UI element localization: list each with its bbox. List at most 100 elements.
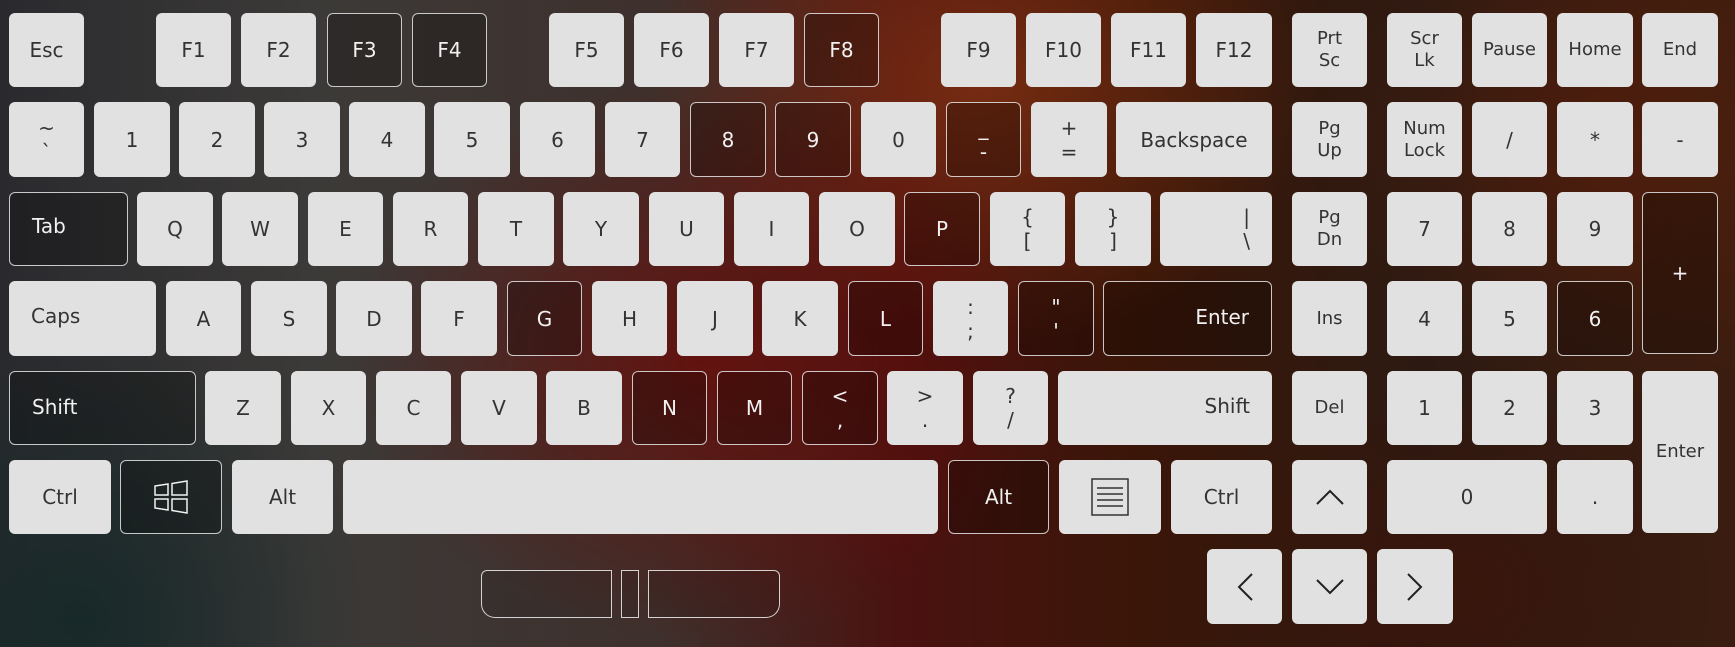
key-0[interactable]: 0 [861, 102, 936, 177]
key-3[interactable]: 3 [264, 102, 340, 177]
numpad-4-key[interactable]: 4 [1387, 281, 1462, 356]
end-key[interactable]: End [1642, 13, 1718, 87]
key-o[interactable]: O [819, 192, 895, 266]
delete-key[interactable]: Del [1292, 371, 1367, 445]
backspace-key[interactable]: Backspace [1116, 102, 1272, 177]
numpad-dot-key[interactable]: . [1557, 460, 1633, 534]
touchpad-right-button[interactable] [648, 570, 780, 618]
f8-key[interactable]: F8 [804, 13, 879, 87]
equals-key[interactable]: + = [1031, 102, 1107, 177]
numpad-star-key[interactable]: * [1557, 102, 1633, 177]
key-y[interactable]: Y [563, 192, 639, 266]
key-u[interactable]: U [649, 192, 724, 266]
key-c[interactable]: C [376, 371, 451, 445]
windows-key[interactable] [120, 460, 222, 534]
numpad-8-key[interactable]: 8 [1472, 192, 1547, 266]
key-f[interactable]: F [421, 281, 497, 356]
semicolon-key[interactable]: :; [933, 281, 1008, 356]
f11-key[interactable]: F11 [1111, 13, 1186, 87]
arrow-left-key[interactable] [1207, 549, 1282, 624]
key-x[interactable]: X [291, 371, 366, 445]
left-brace-key[interactable]: {[ [990, 192, 1065, 266]
tilde-key[interactable]: ~ ` [9, 102, 84, 177]
key-g[interactable]: G [507, 281, 582, 356]
slash-key[interactable]: ? / [973, 371, 1048, 445]
key-d[interactable]: D [336, 281, 412, 356]
key-2[interactable]: 2 [179, 102, 255, 177]
arrow-down-key[interactable] [1292, 549, 1367, 624]
arrow-up-key[interactable] [1292, 460, 1367, 534]
right-shift-key[interactable]: Shift [1058, 371, 1272, 445]
num-lock-key[interactable]: Num Lock [1387, 102, 1462, 177]
numpad-1-key[interactable]: 1 [1387, 371, 1462, 445]
left-shift-key[interactable]: Shift [9, 371, 196, 445]
arrow-right-key[interactable] [1377, 549, 1453, 624]
key-6[interactable]: 6 [520, 102, 595, 177]
print-screen-key[interactable]: Prt Sc [1292, 13, 1367, 87]
right-ctrl-key[interactable]: Ctrl [1171, 460, 1272, 534]
key-z[interactable]: Z [205, 371, 281, 445]
key-n[interactable]: N [632, 371, 707, 445]
numpad-6-key[interactable]: 6 [1557, 281, 1633, 356]
key-q[interactable]: Q [137, 192, 213, 266]
touchpad-left-button[interactable] [481, 570, 612, 618]
key-k[interactable]: K [762, 281, 838, 356]
numpad-9-key[interactable]: 9 [1557, 192, 1633, 266]
quote-key[interactable]: " ' [1018, 281, 1094, 356]
right-brace-key[interactable]: }] [1075, 192, 1151, 266]
f1-key[interactable]: F1 [156, 13, 231, 87]
key-8[interactable]: 8 [690, 102, 766, 177]
key-r[interactable]: R [393, 192, 468, 266]
numpad-slash-key[interactable]: / [1472, 102, 1547, 177]
f7-key[interactable]: F7 [719, 13, 794, 87]
esc-key[interactable]: Esc [9, 13, 84, 87]
key-j[interactable]: J [677, 281, 753, 356]
numpad-5-key[interactable]: 5 [1472, 281, 1547, 356]
key-w[interactable]: W [222, 192, 298, 266]
key-v[interactable]: V [461, 371, 537, 445]
key-s[interactable]: S [251, 281, 327, 356]
right-alt-key[interactable]: Alt [948, 460, 1049, 534]
numpad-3-key[interactable]: 3 [1557, 371, 1633, 445]
space-bar[interactable] [343, 460, 938, 534]
key-m[interactable]: M [717, 371, 792, 445]
f2-key[interactable]: F2 [241, 13, 316, 87]
key-t[interactable]: T [478, 192, 554, 266]
key-p[interactable]: P [904, 192, 980, 266]
numpad-minus-key[interactable]: - [1642, 102, 1718, 177]
key-9[interactable]: 9 [775, 102, 851, 177]
numpad-0-key[interactable]: 0 [1387, 460, 1547, 534]
key-a[interactable]: A [166, 281, 241, 356]
scroll-lock-key[interactable]: Scr Lk [1387, 13, 1462, 87]
f10-key[interactable]: F10 [1026, 13, 1101, 87]
backslash-key[interactable]: | \ [1160, 192, 1272, 266]
comma-key[interactable]: <, [802, 371, 878, 445]
key-i[interactable]: I [734, 192, 809, 266]
period-key[interactable]: >. [887, 371, 963, 445]
numpad-plus-key[interactable]: + [1642, 192, 1718, 354]
key-h[interactable]: H [592, 281, 667, 356]
f3-key[interactable]: F3 [327, 13, 402, 87]
f12-key[interactable]: F12 [1196, 13, 1272, 87]
f9-key[interactable]: F9 [941, 13, 1016, 87]
key-1[interactable]: 1 [94, 102, 170, 177]
numpad-2-key[interactable]: 2 [1472, 371, 1547, 445]
key-5[interactable]: 5 [434, 102, 510, 177]
f6-key[interactable]: F6 [634, 13, 709, 87]
tab-key[interactable]: Tab [9, 192, 128, 266]
key-b[interactable]: B [546, 371, 622, 445]
caps-lock-key[interactable]: Caps [9, 281, 156, 356]
key-4[interactable]: 4 [349, 102, 425, 177]
key-l[interactable]: L [848, 281, 923, 356]
insert-key[interactable]: Ins [1292, 281, 1367, 356]
page-down-key[interactable]: Pg Dn [1292, 192, 1367, 266]
f5-key[interactable]: F5 [549, 13, 624, 87]
pause-key[interactable]: Pause [1472, 13, 1547, 87]
left-alt-key[interactable]: Alt [232, 460, 333, 534]
menu-key[interactable] [1059, 460, 1161, 534]
left-ctrl-key[interactable]: Ctrl [9, 460, 111, 534]
key-7[interactable]: 7 [605, 102, 680, 177]
page-up-key[interactable]: Pg Up [1292, 102, 1367, 177]
numpad-enter-key[interactable]: Enter [1642, 371, 1718, 533]
home-key[interactable]: Home [1557, 13, 1633, 87]
